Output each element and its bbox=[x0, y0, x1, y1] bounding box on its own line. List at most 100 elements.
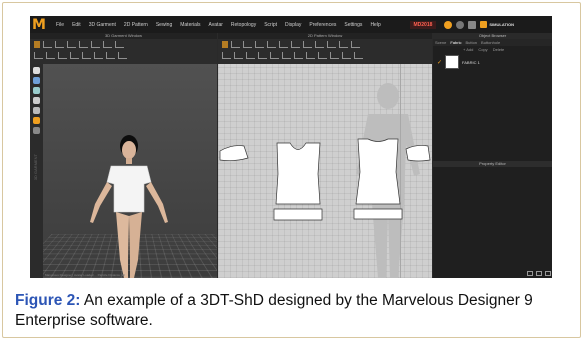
menu-script[interactable]: Script bbox=[260, 22, 281, 28]
main-menu: File Edit 3D Garment 2D Pattern Sewing M… bbox=[52, 22, 385, 28]
pattern-2d-panel: 2D Pattern Window bbox=[218, 33, 432, 278]
tool-icon[interactable] bbox=[46, 52, 55, 59]
object-browser-tabs: Scene Fabric Button Buttonhole bbox=[433, 39, 552, 46]
tool-icon[interactable] bbox=[291, 41, 300, 48]
delete-button[interactable]: Delete bbox=[493, 47, 505, 52]
tab-button[interactable]: Button bbox=[465, 40, 477, 45]
tool-icon[interactable] bbox=[354, 52, 363, 59]
tab-fabric[interactable]: Fabric bbox=[450, 40, 461, 45]
tool-icon[interactable] bbox=[318, 52, 327, 59]
version-badge: MD2018 bbox=[409, 20, 437, 29]
tab-buttonhole[interactable]: Buttonhole bbox=[481, 40, 500, 45]
avatar-tool-icon[interactable] bbox=[33, 67, 40, 74]
menu-file[interactable]: File bbox=[52, 22, 68, 28]
fabric-name: FABRIC 1 bbox=[462, 59, 480, 65]
fabric-swatch bbox=[445, 55, 460, 69]
simulation-icon bbox=[480, 21, 488, 28]
select-tool-icon[interactable] bbox=[34, 41, 40, 48]
pattern-piece[interactable] bbox=[355, 138, 401, 205]
tool-icon[interactable] bbox=[91, 41, 100, 48]
menu-avatar[interactable]: Avatar bbox=[205, 22, 227, 28]
tool-icon[interactable] bbox=[43, 41, 52, 48]
fabric-list-item[interactable]: ✓ FABRIC 1 bbox=[433, 53, 552, 71]
tool-icon[interactable] bbox=[82, 52, 91, 59]
record-icon[interactable] bbox=[444, 20, 453, 29]
tool-icon[interactable] bbox=[231, 41, 240, 48]
transform-tool-icon[interactable] bbox=[222, 41, 228, 48]
tool-icon[interactable] bbox=[351, 41, 360, 48]
avatar-figure[interactable] bbox=[43, 64, 217, 278]
layout-switcher bbox=[527, 271, 551, 276]
menu-materials[interactable]: Materials bbox=[176, 22, 204, 28]
tool-icon[interactable] bbox=[103, 41, 112, 48]
menu-edit[interactable]: Edit bbox=[68, 22, 85, 28]
tool-icon[interactable] bbox=[306, 52, 315, 59]
tool-icon[interactable] bbox=[294, 52, 303, 59]
tool-icon[interactable] bbox=[258, 52, 267, 59]
property-editor-title: Property Editor bbox=[433, 161, 552, 167]
tool-icon[interactable] bbox=[255, 41, 264, 48]
tool-icon[interactable] bbox=[339, 41, 348, 48]
tool-icon[interactable] bbox=[33, 107, 40, 114]
tool-icon[interactable] bbox=[330, 52, 339, 59]
layout-icon[interactable] bbox=[536, 271, 542, 276]
layout-icon[interactable] bbox=[527, 271, 533, 276]
settings-icon[interactable] bbox=[468, 20, 477, 29]
pattern-piece[interactable] bbox=[219, 145, 249, 162]
menu-preferences[interactable]: Preferences bbox=[305, 22, 340, 28]
figure-label: Figure 2: bbox=[15, 292, 81, 309]
tool-icon[interactable] bbox=[106, 52, 115, 59]
mode-selector[interactable]: SIMULATION bbox=[480, 21, 534, 28]
tool-icon[interactable] bbox=[79, 41, 88, 48]
pattern-canvas[interactable] bbox=[218, 64, 432, 278]
add-button[interactable]: + Add bbox=[463, 47, 473, 52]
menu-sewing[interactable]: Sewing bbox=[152, 22, 176, 28]
copy-button[interactable]: Copy bbox=[478, 47, 487, 52]
tool-icon[interactable] bbox=[34, 52, 43, 59]
tool-icon[interactable] bbox=[94, 52, 103, 59]
tool-icon[interactable] bbox=[267, 41, 276, 48]
tool-icon[interactable] bbox=[303, 41, 312, 48]
tool-icon[interactable] bbox=[279, 41, 288, 48]
menu-settings[interactable]: Settings bbox=[340, 22, 366, 28]
menu-3d-garment[interactable]: 3D Garment bbox=[85, 22, 120, 28]
menu-retopology[interactable]: Retopology bbox=[227, 22, 260, 28]
menu-bar: M File Edit 3D Garment 2D Pattern Sewing… bbox=[30, 16, 552, 33]
tool-icon[interactable] bbox=[70, 52, 79, 59]
layout-icon[interactable] bbox=[545, 271, 551, 276]
tool-icon[interactable] bbox=[327, 41, 336, 48]
tool-icon[interactable] bbox=[270, 52, 279, 59]
pattern-piece[interactable] bbox=[353, 208, 403, 220]
tool-icon[interactable] bbox=[118, 52, 127, 59]
viewport-3d[interactable]: Marvelous Designer | Avatar Loaded ... P… bbox=[43, 64, 217, 278]
menu-2d-pattern[interactable]: 2D Pattern bbox=[120, 22, 152, 28]
tool-icon[interactable] bbox=[342, 52, 351, 59]
menu-display[interactable]: Display bbox=[281, 22, 305, 28]
tool-icon[interactable] bbox=[58, 52, 67, 59]
tool-icon[interactable] bbox=[282, 52, 291, 59]
tool-icon[interactable] bbox=[67, 41, 76, 48]
mode-label: SIMULATION bbox=[489, 22, 514, 27]
pattern-piece[interactable] bbox=[275, 142, 321, 205]
help-icon[interactable] bbox=[456, 20, 465, 29]
tab-scene[interactable]: Scene bbox=[435, 40, 446, 45]
tool-icon[interactable] bbox=[222, 52, 231, 59]
tool-icon[interactable] bbox=[33, 77, 40, 84]
figure-frame: M File Edit 3D Garment 2D Pattern Sewing… bbox=[2, 2, 581, 338]
menu-help[interactable]: Help bbox=[366, 22, 384, 28]
tool-icon[interactable] bbox=[33, 97, 40, 104]
tool-icon[interactable] bbox=[315, 41, 324, 48]
tool-icon[interactable] bbox=[246, 52, 255, 59]
caption-text: An example of a 3DT-ShD designed by the … bbox=[15, 292, 533, 329]
pattern-piece[interactable] bbox=[273, 208, 323, 221]
tool-icon[interactable] bbox=[243, 41, 252, 48]
tool-icon[interactable] bbox=[234, 52, 243, 59]
tool-icon[interactable] bbox=[33, 127, 40, 134]
pattern-pieces[interactable] bbox=[218, 64, 432, 278]
side-label: 3D GARMENT bbox=[33, 154, 38, 181]
tool-icon[interactable] bbox=[115, 41, 124, 48]
tool-icon[interactable] bbox=[33, 87, 40, 94]
tool-icon[interactable] bbox=[55, 41, 64, 48]
pattern-piece[interactable] bbox=[405, 145, 431, 162]
tool-icon[interactable] bbox=[33, 117, 40, 124]
